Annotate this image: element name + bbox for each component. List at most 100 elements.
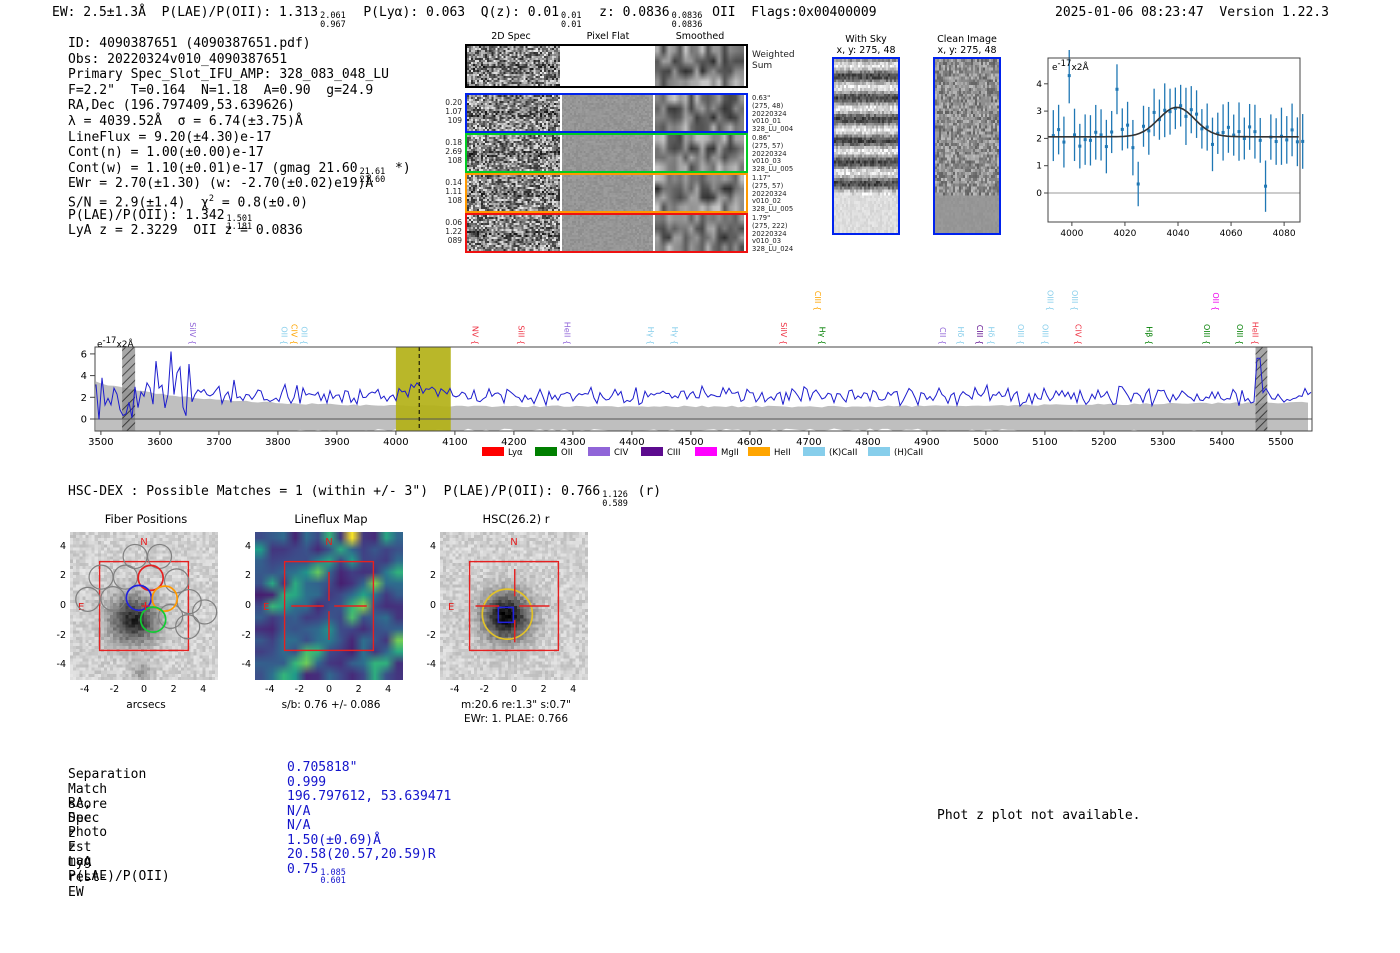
y-tick-label: 4	[244, 540, 251, 552]
info-line: λ = 4039.52Å σ = 6.74(±3.75)Å	[68, 114, 411, 130]
info-line: RA,Dec (196.797409,53.639626)	[68, 98, 411, 114]
spec2d-noise-image	[467, 215, 560, 251]
hi-lo-stack: 1.126 0.589	[602, 491, 628, 508]
left-label: 1.22	[445, 227, 462, 236]
emission-line-label: OIII {	[1070, 290, 1079, 311]
x-tick-label: 4300	[560, 437, 585, 448]
cutout-overlay-svg: NE	[448, 537, 560, 652]
unit-mult: x2Å	[1071, 63, 1089, 73]
text-run: N/A	[287, 818, 311, 834]
emission-line-label: HeII {	[1251, 322, 1260, 345]
left-label: 1.07	[445, 107, 462, 116]
x-tick-label: 4020	[1113, 229, 1136, 239]
text-run: 20.58(20.57,20.59)R	[287, 847, 436, 863]
text-run: F=2.2" T=0.164 N=1.18 A=0.90 g=24.9	[68, 82, 374, 98]
match-row-value: 0.75 1.085 0.601	[287, 862, 348, 886]
text-run: N/A	[287, 803, 311, 819]
x-tick-label: 4040	[1167, 229, 1190, 239]
fiber-circle	[163, 568, 190, 594]
data-point	[1179, 104, 1183, 108]
photz-note: Phot z plot not available.	[937, 808, 1141, 823]
emission-line-label: SiII {	[517, 325, 526, 345]
data-point	[1120, 127, 1124, 131]
right-label: 328_LU_024	[752, 245, 794, 254]
text-run: 1.50(±0.69)Å	[287, 832, 381, 848]
unit-exponent: -17	[1057, 59, 1072, 69]
info-line: Cont(n) = 1.00(±0.00)e-17	[68, 145, 411, 161]
y-tick-label: 3	[1036, 107, 1042, 117]
text-run: P(Lyα): 0.063 Q(z): 0.01	[347, 5, 560, 20]
spec2d-noise-image	[467, 46, 560, 86]
emission-line-label: CIV {	[289, 324, 298, 345]
emission-line-label: OII {	[279, 326, 288, 345]
cutout-overlay-svg: NE	[75, 537, 218, 652]
data-point	[1152, 110, 1156, 114]
legend-label: OII	[561, 448, 573, 458]
data-point	[1083, 138, 1087, 142]
x-tick-label: 3800	[265, 437, 290, 448]
compass-north-label: N	[325, 537, 332, 548]
cutout-overlay-svg: NE	[263, 537, 375, 652]
info-line: EWr = 2.70(±1.30) (w: -2.70(±0.02)e19)Å	[68, 176, 411, 192]
x-tick-label: 5400	[1209, 437, 1234, 448]
data-point	[1110, 130, 1114, 134]
text-run: ID: 4090387651 (4090387651.pdf)	[68, 36, 311, 51]
header-summary: EW: 2.5±1.3Å P(LAE)/P(OII): 1.313 2.061 0.…	[52, 5, 877, 29]
data-point	[1221, 130, 1225, 134]
data-point	[1147, 129, 1151, 133]
pixel-flat-image	[562, 175, 653, 211]
text-run: 196.797612, 53.639471	[287, 789, 452, 805]
emission-line-label: Hγ {	[818, 327, 827, 345]
x-tick-label: 3600	[147, 437, 172, 448]
spec2d-noise-image	[467, 135, 560, 171]
spec2d-noise-image	[467, 175, 560, 211]
unit-mult: x2Å	[116, 340, 134, 350]
emission-line-label: OIII {	[1202, 324, 1211, 345]
elixer-report-page: { "header": { "segments": [ {"t":"EW: 2.…	[0, 0, 1400, 953]
emission-line-label: CIII {	[813, 291, 822, 311]
x-tick-label: 5100	[1032, 437, 1057, 448]
emission-line-label: OIII {	[1016, 324, 1025, 345]
emission-line-label: SiIV {	[188, 322, 197, 345]
x-tick-label: -4	[80, 684, 90, 695]
lo-value: 0.967	[320, 19, 346, 30]
right-label: 328_LU_004	[752, 125, 794, 134]
legend-swatch	[868, 447, 890, 456]
cutout-xlabel: m:20.6 re:1.3" s:0.7"	[461, 699, 571, 711]
spec2d-row-left-labels: 0.18 2.69 108	[438, 138, 462, 165]
x-tick-label: 0	[325, 684, 333, 695]
data-point	[1057, 128, 1061, 132]
x-tick-label: 4	[385, 684, 392, 695]
text-run: (r)	[629, 484, 662, 499]
header-datetime-version: 2025-01-06 08:23:47 Version 1.22.3	[1055, 5, 1329, 20]
x-tick-label: 4200	[501, 437, 526, 448]
y-tick-label: 4	[1036, 80, 1042, 90]
text-run: EW: 2.5±1.3Å P(LAE)/P(OII): 1.313	[52, 5, 319, 20]
text-run: HSC-DEX : Possible Matches = 1 (within +…	[68, 484, 601, 499]
data-point	[1088, 138, 1092, 142]
smoothed-image	[655, 215, 744, 251]
info-line: Cont(w) = 1.10(±0.01)e-17 (gmag 21.60 21.…	[68, 161, 411, 185]
match-row-value: 1.50(±0.69)Å	[287, 833, 381, 848]
spec2d-row-right-labels: 0.63" (275, 48) 20220324 v010_01 328_LU_004	[752, 94, 804, 134]
data-point	[1099, 133, 1103, 137]
x-tick-label: 3700	[206, 437, 231, 448]
main-unit-label: e-17x2Å	[97, 336, 134, 350]
hi-lo-stack: 0.0836 0.0836	[672, 12, 703, 29]
cutout-title: HSC(26.2) r	[482, 512, 550, 526]
y-tick-label: -2	[56, 629, 66, 641]
data-point	[1189, 108, 1193, 112]
spec2d-row-right-labels: Weighted Sum	[752, 50, 804, 72]
x-tick-label: 4600	[737, 437, 762, 448]
sky-panel-subtitle: x, y: 275, 48	[937, 45, 997, 56]
spec2d-col-header: Pixel Flat	[586, 31, 630, 42]
data-point	[1195, 112, 1199, 116]
match-row-value: 196.797612, 53.639471	[287, 789, 451, 804]
x-tick-label: 3500	[88, 437, 113, 448]
text-run: z: 0.0836	[583, 5, 670, 20]
data-point	[1115, 87, 1119, 91]
y-tick-label: -4	[56, 659, 66, 671]
x-tick-label: 2	[355, 684, 362, 695]
x-tick-label: 4700	[796, 437, 821, 448]
y-tick-label: 0	[244, 600, 251, 611]
